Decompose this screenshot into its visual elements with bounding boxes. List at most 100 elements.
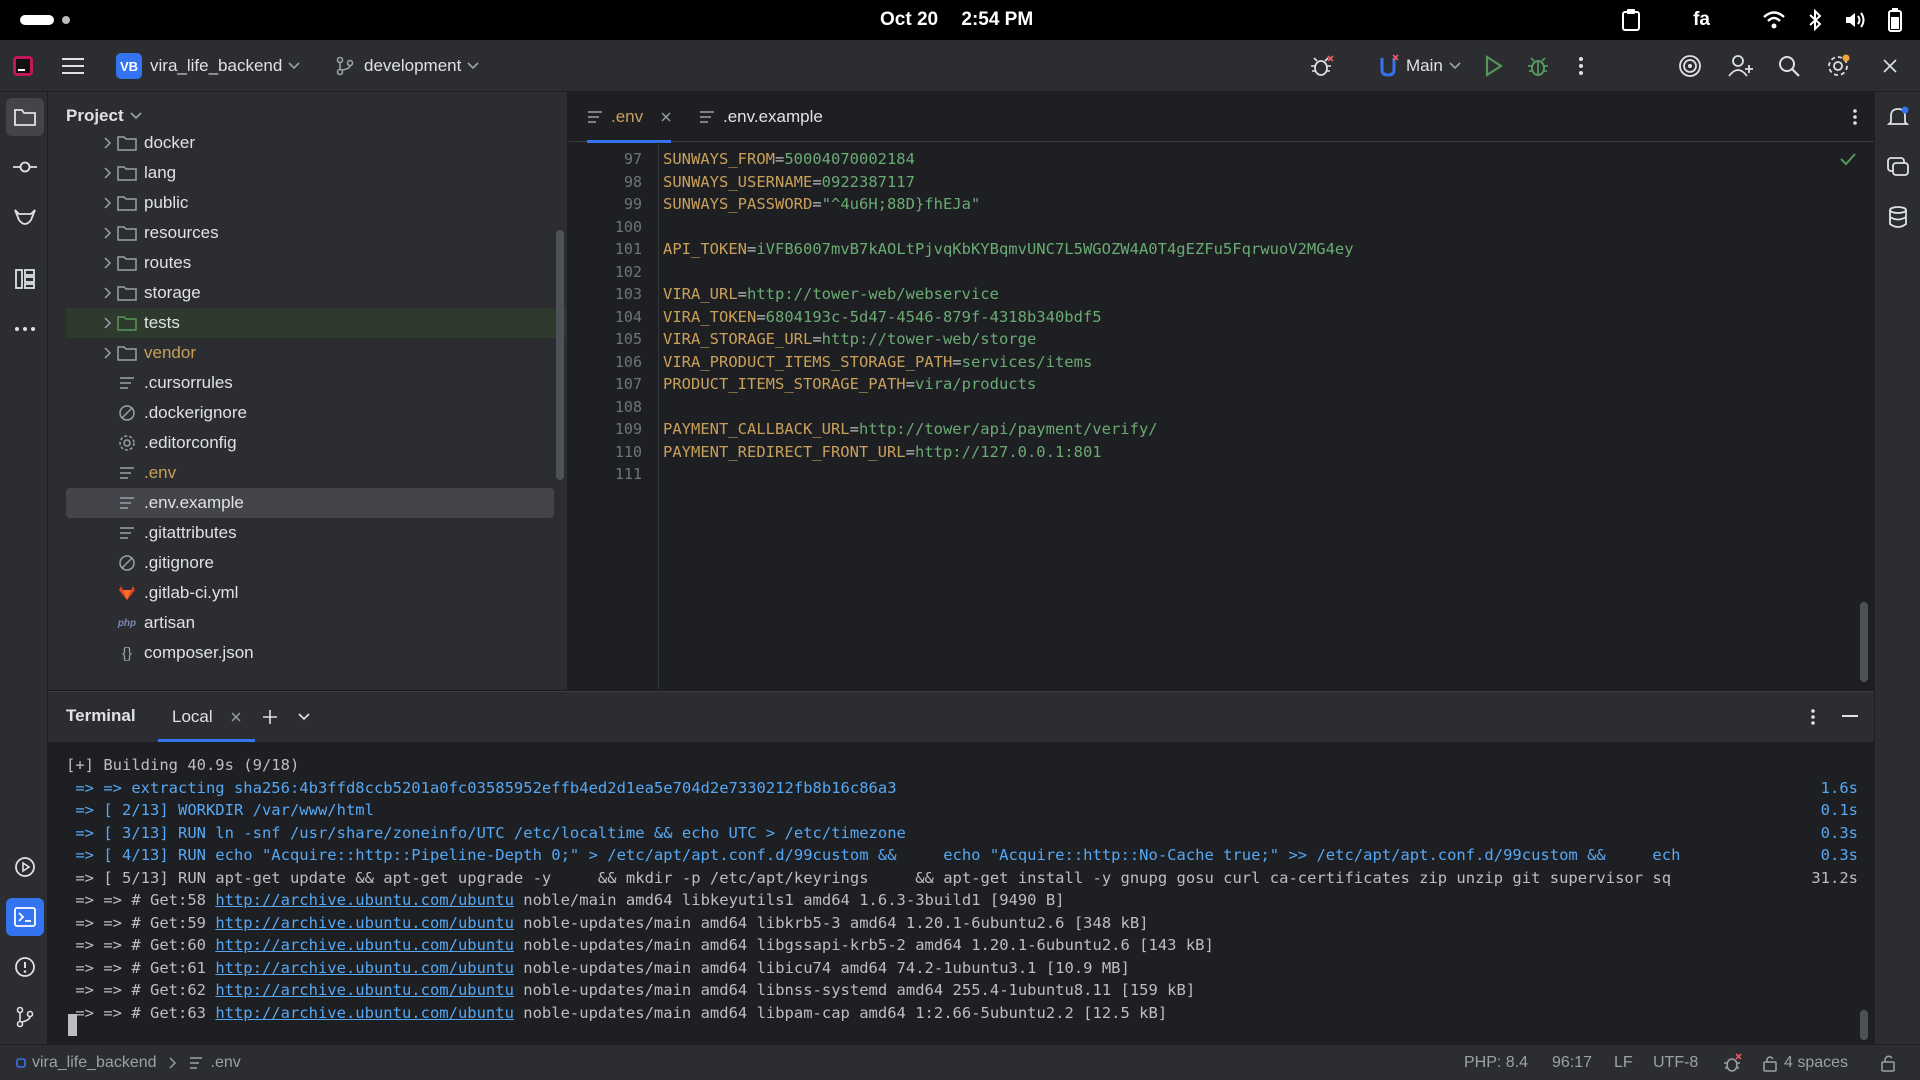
terminal-link[interactable]: http://archive.ubuntu.com/ubuntu [215, 1004, 514, 1022]
close-icon[interactable] [231, 712, 241, 722]
ai-chat-button[interactable] [1879, 148, 1917, 186]
debug-button[interactable] [1527, 40, 1549, 92]
settings-button[interactable] [1826, 40, 1850, 92]
tree-file[interactable]: {} composer.json [66, 638, 566, 668]
code-with-me-button[interactable] [1728, 40, 1754, 92]
run-config-name: Main [1406, 56, 1443, 75]
tree-folder[interactable]: docker [66, 128, 566, 158]
run-button[interactable] [1484, 40, 1504, 92]
tree-folder[interactable]: lang [66, 158, 566, 188]
services-tool-button[interactable] [6, 848, 44, 886]
tree-file[interactable]: .env [66, 458, 566, 488]
branch-switcher[interactable]: development [336, 40, 479, 92]
tree-folder[interactable]: resources [66, 218, 566, 248]
file-encoding[interactable]: UTF-8 [1653, 1045, 1698, 1080]
tree-folder[interactable]: storage [66, 278, 566, 308]
terminal-cursor [68, 1014, 77, 1036]
keyboard-language[interactable]: fa [1693, 9, 1710, 31]
terminal-link[interactable]: http://archive.ubuntu.com/ubuntu [215, 914, 514, 932]
date-text: Oct 20 [880, 9, 939, 30]
gear-icon [1828, 54, 1850, 76]
chevron-right-icon[interactable] [100, 317, 116, 329]
terminal-tool-button[interactable] [6, 898, 44, 936]
tab-env[interactable]: .env [587, 92, 672, 143]
tree-folder[interactable]: public [66, 188, 566, 218]
terminal-link[interactable]: http://archive.ubuntu.com/ubuntu [215, 959, 514, 977]
more-actions-button[interactable] [1578, 40, 1584, 92]
terminal-link[interactable]: http://archive.ubuntu.com/ubuntu [215, 981, 514, 999]
plus-icon[interactable] [262, 709, 278, 725]
chevron-right-icon[interactable] [100, 257, 116, 269]
bug-icon [1311, 55, 1334, 76]
terminal-link[interactable]: http://archive.ubuntu.com/ubuntu [215, 891, 514, 909]
env-key: PAYMENT_REDIRECT_FRONT_URL [663, 442, 906, 461]
code-line: PAYMENT_CALLBACK_URL=http://tower/api/pa… [663, 420, 1158, 438]
tree-file[interactable]: .gitignore [66, 548, 566, 578]
indent-setting[interactable]: 4 spaces [1762, 1045, 1848, 1080]
tree-file[interactable]: .cursorrules [66, 368, 566, 398]
project-scrollbar[interactable] [556, 230, 564, 480]
debug-bug-button[interactable] [1310, 40, 1334, 92]
terminal-tab-local[interactable]: Local [158, 692, 255, 742]
code-line: PRODUCT_ITEMS_STORAGE_PATH=vira/products [663, 375, 1036, 393]
editor-tab-menu-button[interactable] [1852, 92, 1858, 142]
tree-file[interactable]: .gitattributes [66, 518, 566, 548]
tree-file[interactable]: .env.example [66, 488, 554, 518]
commit-tool-button[interactable] [6, 148, 44, 186]
git-branch-icon [336, 56, 354, 76]
terminal-scrollbar[interactable] [1860, 1010, 1868, 1040]
database-button[interactable] [1879, 198, 1917, 236]
line-separator[interactable]: LF [1614, 1045, 1633, 1080]
structure-tool-button[interactable] [6, 260, 44, 298]
more-vertical-icon[interactable] [1810, 708, 1816, 726]
chevron-right-icon[interactable] [100, 227, 116, 239]
env-value: vira/products [914, 375, 1037, 393]
project-tool-button[interactable] [6, 98, 44, 136]
breadcrumb-project[interactable]: vira_life_backend [32, 1054, 157, 1072]
close-window-button[interactable] [1882, 40, 1898, 92]
main-menu-button[interactable] [62, 40, 84, 92]
notifications-button[interactable] [1879, 98, 1917, 136]
terminal-text-rest: noble-updates/main amd64 libgssapi-krb5-… [513, 936, 1214, 954]
tree-item-label: vendor [144, 343, 196, 362]
chevron-down-icon[interactable] [298, 713, 310, 721]
run-config-selector[interactable]: Main [1378, 40, 1461, 92]
search-everywhere-button[interactable] [1778, 40, 1800, 92]
chevron-right-icon[interactable] [100, 167, 116, 179]
tree-file[interactable]: .gitlab-ci.yml [66, 578, 566, 608]
terminal-text: => [ 5/13] RUN apt-get update && apt-get… [66, 868, 1672, 887]
terminal-link[interactable]: http://archive.ubuntu.com/ubuntu [215, 936, 514, 954]
readonly-toggle[interactable] [1880, 1045, 1896, 1080]
tree-folder[interactable]: routes [66, 248, 566, 278]
chevron-right-icon[interactable] [100, 287, 116, 299]
chevron-right-icon[interactable] [100, 137, 116, 149]
minimize-icon[interactable] [1842, 715, 1858, 719]
tree-item-label: .env [144, 463, 177, 482]
bell-icon [1886, 106, 1910, 125]
ai-assistant-button[interactable] [1678, 40, 1702, 92]
chevron-right-icon[interactable] [100, 197, 116, 209]
chevron-right-icon[interactable] [100, 347, 116, 359]
tree-file[interactable]: php artisan [66, 608, 566, 638]
tree-folder[interactable]: tests [66, 308, 566, 338]
project-panel-header[interactable]: Project [66, 106, 142, 126]
tab-label: .env.example [723, 107, 823, 126]
problems-tool-button[interactable] [6, 948, 44, 986]
cursor-position[interactable]: 96:17 [1552, 1045, 1592, 1080]
editor-scrollbar[interactable] [1860, 602, 1868, 682]
pull-requests-tool-button[interactable] [6, 198, 44, 236]
close-icon [1883, 59, 1897, 73]
breadcrumb-file[interactable]: .env [211, 1054, 241, 1072]
terminal-line: => => # Get:63 http://archive.ubuntu.com… [66, 1004, 1167, 1022]
tree-folder[interactable]: vendor [66, 338, 566, 368]
more-tools-button[interactable] [6, 310, 44, 348]
tree-file[interactable]: .dockerignore [66, 398, 566, 428]
project-switcher[interactable]: VB vira_life_backend [116, 40, 300, 92]
git-tool-button[interactable] [6, 998, 44, 1036]
tree-file[interactable]: .editorconfig [66, 428, 566, 458]
close-icon[interactable] [661, 112, 671, 122]
tab-env-example[interactable]: .env.example [699, 92, 823, 142]
debug-status[interactable] [1722, 1045, 1742, 1080]
env-value: http://tower-web/webservice [747, 285, 999, 303]
php-version[interactable]: PHP: 8.4 [1464, 1045, 1528, 1080]
